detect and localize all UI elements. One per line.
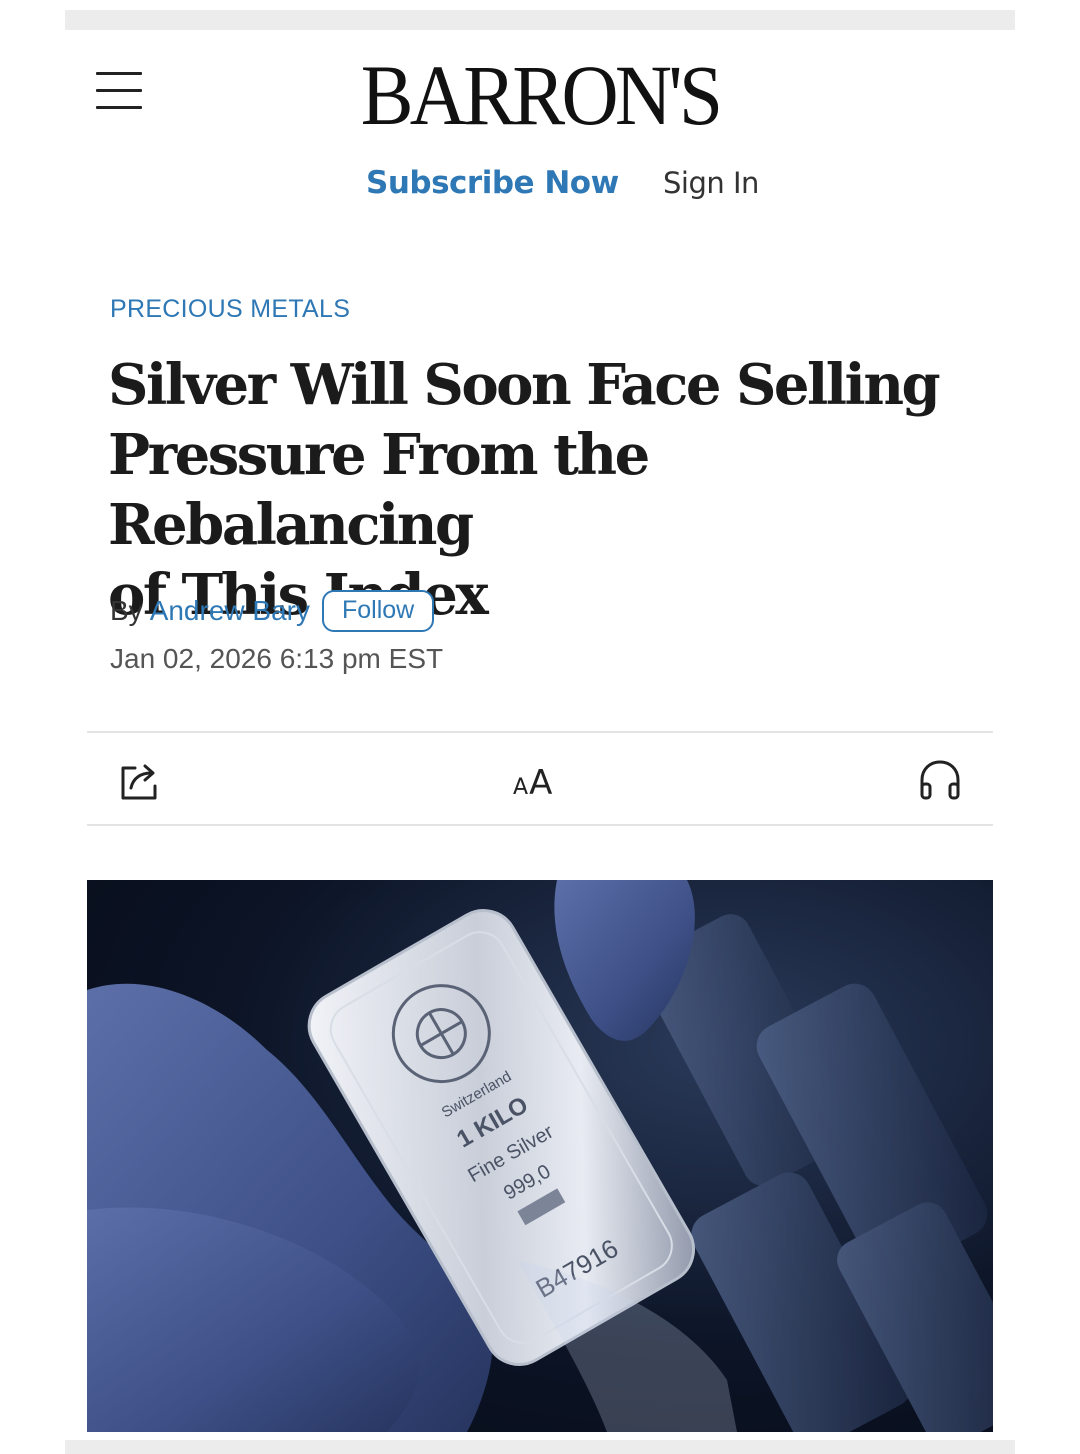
byline: By Andrew Bary Follow	[110, 590, 435, 632]
section-label[interactable]: PRECIOUS METALS	[110, 295, 350, 324]
author-link[interactable]: Andrew Bary	[150, 595, 310, 627]
share-icon[interactable]	[117, 758, 165, 804]
hero-image-silver-bar: Switzerland 1 KILO Fine Silver 999,0 B47…	[87, 880, 993, 1432]
text-size-large-glyph: A	[529, 763, 553, 803]
headphones-icon[interactable]	[917, 758, 965, 804]
divider	[87, 824, 993, 826]
subscribe-now-link[interactable]: Subscribe Now	[366, 165, 619, 201]
text-size-small-glyph: A	[513, 775, 529, 800]
site-logo[interactable]: BARRON'S	[43, 50, 1037, 140]
headline-line: Silver Will Soon Face Selling	[108, 352, 941, 418]
byline-prefix: By	[110, 595, 143, 626]
text-size-icon[interactable]: A A	[513, 757, 563, 803]
bottom-strip	[65, 1440, 1015, 1454]
publish-date: Jan 02, 2026 6:13 pm EST	[110, 643, 444, 674]
divider	[87, 731, 993, 733]
sign-in-link[interactable]: Sign In	[663, 166, 759, 200]
top-strip	[65, 10, 1015, 30]
article-headline: Silver Will Soon Face Selling Pressure F…	[108, 350, 1008, 630]
headline-line: Pressure From the Rebalancing	[108, 422, 650, 558]
follow-button[interactable]: Follow	[321, 590, 435, 632]
